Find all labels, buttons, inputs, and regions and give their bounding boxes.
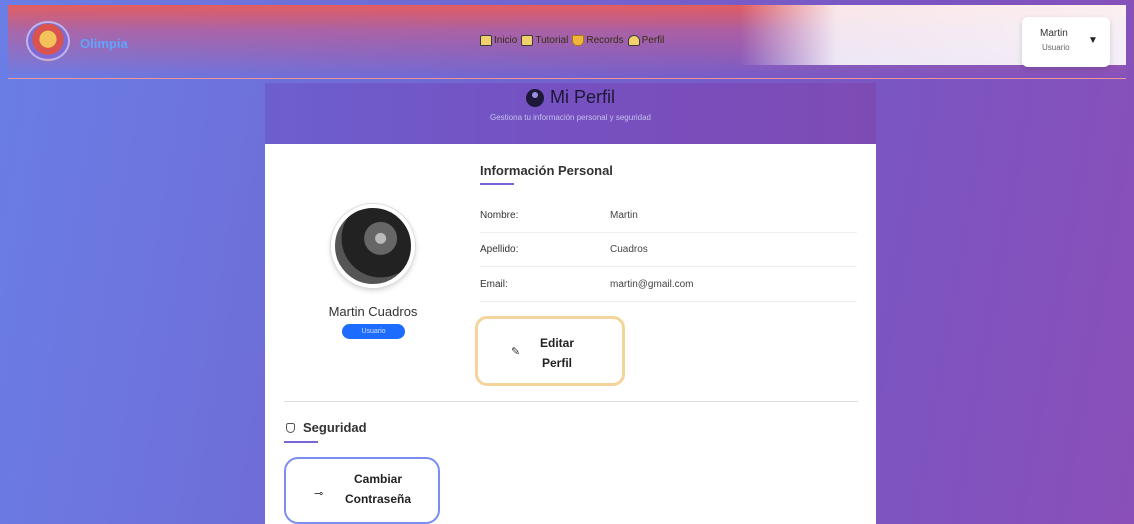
nav-item-inicio[interactable]: Inicio xyxy=(480,35,517,46)
section-underline xyxy=(284,441,318,443)
info-label: Email: xyxy=(480,279,508,290)
brand-name[interactable]: Olimpia xyxy=(80,36,128,51)
shield-icon xyxy=(286,423,295,433)
edit-icon: ✎ xyxy=(511,346,521,358)
nav-item-records[interactable]: Records xyxy=(572,35,624,46)
home-icon xyxy=(480,35,492,46)
info-row-nombre: Nombre: Martin xyxy=(480,200,857,233)
info-value: Cuadros xyxy=(610,244,648,255)
page-subtitle: Gestiona tu información personal y segur… xyxy=(490,113,651,122)
avatar xyxy=(331,204,415,288)
info-row-apellido: Apellido: Cuadros xyxy=(480,234,857,267)
change-password-button[interactable]: ⊸ Cambiar Contraseña xyxy=(284,457,440,524)
info-value: Martin xyxy=(610,210,638,221)
role-badge-label: Usuario xyxy=(361,328,386,335)
section-underline xyxy=(480,183,514,185)
info-label: Nombre: xyxy=(480,210,519,221)
profile-header: Mi Perfil Gestiona tu información person… xyxy=(265,83,876,144)
profile-full-name: Martin Cuadros xyxy=(328,304,418,319)
nav-label: Records xyxy=(586,35,624,46)
key-icon: ⊸ xyxy=(314,488,324,500)
personal-info-title: Información Personal xyxy=(480,163,613,178)
page-title-text: Mi Perfil xyxy=(549,87,615,107)
info-row-email: Email: martin@gmail.com xyxy=(480,269,857,302)
edit-profile-button[interactable]: ✎ Editar Perfil xyxy=(475,316,625,386)
trophy-icon xyxy=(572,35,585,46)
user-role: Usuario xyxy=(1042,43,1070,52)
section-divider xyxy=(284,401,858,402)
user-name: Martin xyxy=(1040,28,1068,39)
book-icon xyxy=(521,35,534,46)
info-value: martin@gmail.com xyxy=(610,279,694,290)
user-circle-icon xyxy=(525,88,544,107)
info-label: Apellido: xyxy=(480,244,519,255)
profile-card: Martin Cuadros Usuario Información Perso… xyxy=(265,144,876,524)
edit-profile-label: Editar Perfil xyxy=(539,336,574,370)
nav-label: Perfil xyxy=(641,35,665,46)
chevron-down-icon: ▼ xyxy=(1088,35,1098,46)
main-nav: Inicio Tutorial Records Perfil xyxy=(480,35,664,46)
nav-item-tutorial[interactable]: Tutorial xyxy=(521,35,568,46)
nav-label: Inicio xyxy=(494,35,518,46)
logo-icon[interactable] xyxy=(26,21,70,61)
nav-label: Tutorial xyxy=(535,35,569,46)
security-title: Seguridad xyxy=(303,420,367,435)
change-password-label: Cambiar Contraseña xyxy=(344,472,412,506)
user-icon xyxy=(627,35,640,46)
role-badge: Usuario xyxy=(342,324,405,339)
page-title: Mi Perfil xyxy=(265,87,876,108)
nav-item-perfil[interactable]: Perfil xyxy=(627,35,665,46)
user-menu-button[interactable]: Martin Usuario ▼ xyxy=(1022,17,1110,67)
